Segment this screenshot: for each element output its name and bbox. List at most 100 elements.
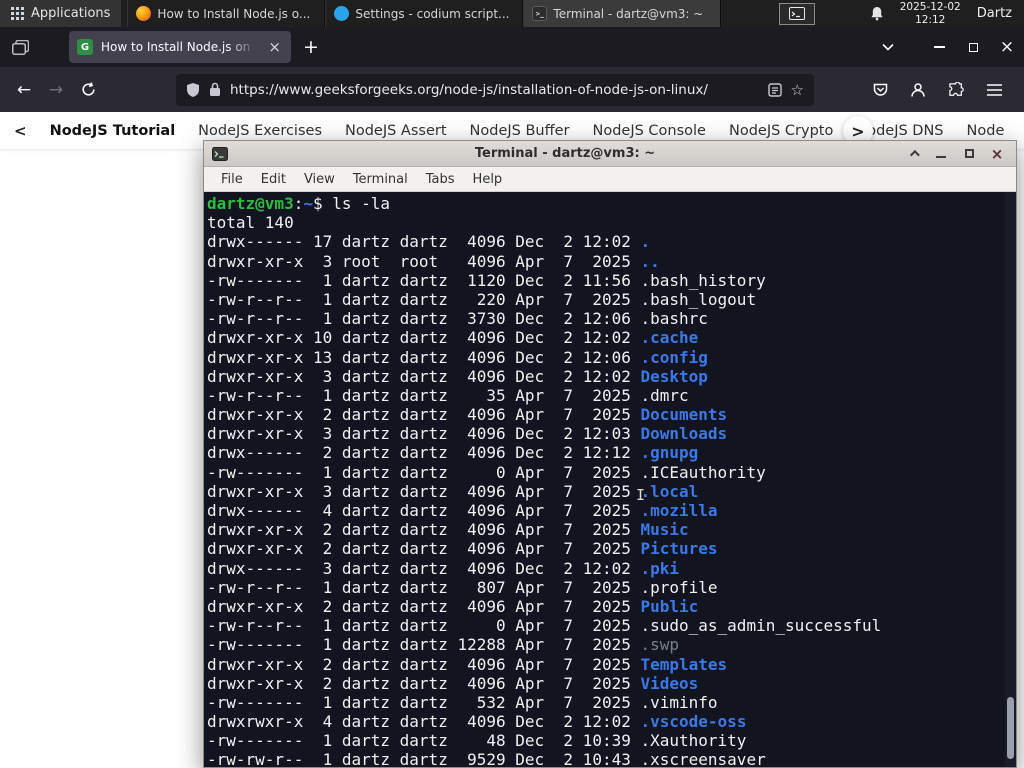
firefox-view-icon[interactable] — [12, 39, 29, 55]
close-icon: × — [999, 36, 1015, 57]
terminal-menu-tabs[interactable]: Tabs — [417, 167, 464, 192]
terminal-menu-help[interactable]: Help — [464, 167, 512, 192]
terminal-menu-edit[interactable]: Edit — [252, 167, 295, 192]
terminal-line: drwxr-xr-x 13 dartz dartz 4096 Dec 2 12:… — [207, 347, 708, 367]
tab-bar: G How to Install Node.js on × + × — [0, 27, 1024, 67]
terminal-line: -rw-r--r-- 1 dartz dartz 0 Apr 7 2025 .s… — [207, 616, 882, 636]
applications-label: Applications — [31, 6, 111, 21]
terminal-line: dartz@vm3:~$ ls -la — [207, 194, 391, 213]
terminal-line: drwxr-xr-x 2 dartz dartz 4096 Apr 7 2025… — [207, 520, 689, 540]
terminal-shade-button[interactable] — [902, 144, 924, 164]
codium-icon — [334, 6, 350, 21]
terminal-line: -rw-r--r-- 1 dartz dartz 3730 Dec 2 12:0… — [207, 309, 708, 329]
terminal-line: drwxr-xr-x 2 dartz dartz 4096 Apr 7 2025… — [207, 673, 699, 693]
terminal-window-title: Terminal - dartz@vm3: ~ — [474, 146, 656, 161]
terminal-line: -rw-r--r-- 1 dartz dartz 35 Apr 7 2025 .… — [207, 385, 689, 405]
firefox-icon — [136, 6, 152, 21]
gfg-nav-link[interactable]: NodeJS Assert — [345, 123, 447, 139]
scrollbar-thumb[interactable] — [1007, 697, 1014, 759]
window-close-button[interactable]: × — [990, 27, 1024, 67]
terminal-line: total 140 — [207, 213, 294, 233]
navbar-right-icons — [864, 74, 1016, 106]
tabbar-right: × — [876, 27, 1024, 67]
forward-button[interactable]: → — [40, 74, 72, 106]
taskbar: How to Install Node.js o... Settings - co… — [127, 0, 722, 27]
window-minimize-button[interactable] — [922, 27, 956, 67]
terminal-titlebar[interactable]: Terminal - dartz@vm3: ~ × — [204, 141, 1016, 167]
menu-hamburger-icon[interactable] — [978, 74, 1010, 106]
gfg-nav-link[interactable]: Node — [967, 123, 1005, 139]
taskbar-button[interactable]: How to Install Node.js o... — [127, 0, 326, 27]
terminal-line: -rw------- 1 dartz dartz 532 Apr 7 2025 … — [207, 692, 718, 712]
taskbar-button-label: How to Install Node.js o... — [157, 6, 311, 21]
terminal-minimize-button[interactable] — [930, 144, 952, 164]
reload-button[interactable] — [72, 74, 104, 106]
extensions-icon[interactable] — [940, 74, 972, 106]
terminal-line: drwxr-xr-x 3 root root 4096 Apr 7 2025 .… — [207, 251, 660, 271]
pocket-icon[interactable] — [864, 74, 896, 106]
terminal-line: drwxr-xr-x 3 dartz dartz 4096 Dec 2 12:0… — [207, 424, 728, 444]
top-panel: Applications How to Install Node.js o...… — [0, 0, 1024, 27]
terminal-menubar: File Edit View Terminal Tabs Help — [204, 167, 1016, 192]
bookmark-star-icon[interactable]: ☆ — [791, 81, 804, 99]
terminal-line: drwx------ 4 dartz dartz 4096 Apr 7 2025… — [207, 501, 718, 520]
tab-title: How to Install Node.js on — [101, 40, 251, 54]
tracking-protection-shield-icon[interactable] — [186, 82, 200, 98]
terminal-maximize-button[interactable] — [958, 144, 980, 164]
nav-scroll-left-icon[interactable]: < — [14, 122, 27, 140]
navigation-toolbar: ← → https://www.geeksforgeeks.org/node-j… — [0, 67, 1024, 112]
user-menu[interactable]: Dartz — [977, 6, 1012, 21]
terminal-line: -rw-r--r-- 1 dartz dartz 807 Apr 7 2025 … — [207, 577, 718, 597]
list-all-tabs-icon[interactable] — [876, 43, 922, 51]
clock-time: 12:12 — [915, 13, 946, 26]
terminal-screen[interactable]: dartz@vm3:~$ ls -la total 140 drwx------ 1… — [204, 192, 1016, 767]
page-favicon: G — [77, 39, 93, 55]
new-tab-button[interactable]: + — [291, 36, 331, 58]
gfg-nav-link[interactable]: NodeJS Console — [592, 123, 706, 139]
close-icon: × — [990, 144, 1004, 163]
connection-lock-icon[interactable] — [209, 82, 221, 97]
reader-view-icon[interactable] — [767, 82, 782, 97]
maximize-icon — [964, 149, 974, 158]
panel-right: 2025-12-02 12:12 Dartz — [870, 1, 1024, 26]
terminal-line: drwx------ 2 dartz dartz 4096 Dec 2 12:1… — [207, 443, 699, 463]
terminal-line: -rw------- 1 dartz dartz 48 Dec 2 10:39 … — [207, 731, 747, 751]
terminal-output: dartz@vm3:~$ ls -la total 140 drwx------ 1… — [207, 194, 1016, 767]
taskbar-button[interactable]: >_ Terminal - dartz@vm3: ~ — [523, 0, 722, 27]
url-text[interactable]: https://www.geeksforgeeks.org/node-js/in… — [230, 82, 759, 98]
terminal-line: -rw------- 1 dartz dartz 1120 Dec 2 11:5… — [207, 270, 766, 290]
terminal-icon: >_ — [532, 6, 548, 21]
terminal-scrollbar[interactable] — [1005, 192, 1016, 767]
terminal-menu-view[interactable]: View — [295, 167, 344, 192]
terminal-close-button[interactable]: × — [986, 144, 1008, 164]
terminal-line: -rw-rw-r-- 1 dartz dartz 9529 Dec 2 10:4… — [207, 750, 766, 767]
notifications-bell-icon[interactable] — [870, 6, 884, 21]
terminal-line: drwx------ 17 dartz dartz 4096 Dec 2 12:… — [207, 232, 651, 252]
terminal-line: drwxrwxr-x 4 dartz dartz 4096 Dec 2 12:0… — [207, 712, 747, 732]
back-button[interactable]: ← — [8, 74, 40, 106]
terminal-line: drwxr-xr-x 2 dartz dartz 4096 Apr 7 2025… — [207, 539, 718, 559]
account-icon[interactable] — [902, 74, 934, 106]
terminal-line: drwxr-xr-x 3 dartz dartz 4096 Apr 7 2025… — [207, 481, 699, 501]
terminal-menu-terminal[interactable]: Terminal — [344, 167, 417, 192]
applications-menu-button[interactable]: Applications — [0, 0, 122, 27]
terminal-menu-file[interactable]: File — [212, 167, 252, 192]
desktop: Applications How to Install Node.js o...… — [0, 0, 1024, 768]
gfg-nav-link[interactable]: NodeJS Exercises — [198, 123, 322, 139]
clock[interactable]: 2025-12-02 12:12 — [900, 1, 961, 26]
gfg-nav-link[interactable]: NodeJS Buffer — [470, 123, 570, 139]
taskbar-button-label: Settings - codium script... — [355, 6, 510, 21]
gfg-nav-link[interactable]: NodeJS Crypto — [729, 123, 833, 139]
window-maximize-button[interactable] — [956, 27, 990, 67]
clock-date: 2025-12-02 — [899, 0, 961, 13]
taskbar-button[interactable]: Settings - codium script... — [325, 0, 524, 27]
terminal-launcher-button[interactable] — [779, 2, 816, 25]
taskbar-button-label: Terminal - dartz@vm3: ~ — [553, 6, 704, 21]
maximize-icon — [968, 42, 978, 52]
terminal-line: -rw------- 1 dartz dartz 12288 Apr 7 202… — [207, 635, 680, 655]
tab-close-icon[interactable]: × — [266, 38, 283, 56]
browser-tab[interactable]: G How to Install Node.js on × — [69, 31, 291, 63]
terminal-app-icon — [212, 146, 228, 161]
url-bar[interactable]: https://www.geeksforgeeks.org/node-js/in… — [176, 73, 814, 106]
gfg-nav-link[interactable]: NodeJS Tutorial — [50, 123, 176, 139]
